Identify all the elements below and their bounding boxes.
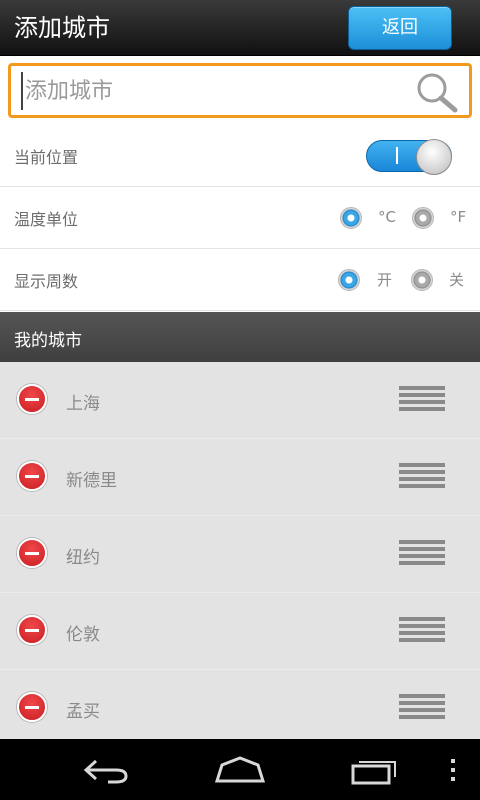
title-bar: 添加城市 返回 bbox=[0, 0, 480, 56]
list-item[interactable]: 孟买 bbox=[0, 670, 480, 747]
delete-icon[interactable] bbox=[17, 692, 47, 722]
system-nav-bar bbox=[0, 739, 480, 800]
back-nav-icon[interactable] bbox=[82, 755, 132, 785]
list-item[interactable]: 上海 bbox=[0, 362, 480, 439]
search-input[interactable] bbox=[21, 72, 401, 110]
drag-handle-icon[interactable] bbox=[398, 693, 446, 721]
page-title: 添加城市 bbox=[14, 14, 110, 42]
list-item[interactable]: 纽约 bbox=[0, 516, 480, 593]
toggle-knob[interactable] bbox=[416, 139, 452, 175]
drag-handle-icon[interactable] bbox=[398, 462, 446, 490]
location-row: 当前位置 bbox=[0, 125, 480, 187]
week-off-label: 关 bbox=[449, 271, 465, 289]
list-item[interactable]: 伦敦 bbox=[0, 593, 480, 670]
fahrenheit-label: °F bbox=[450, 208, 467, 226]
recent-apps-icon[interactable] bbox=[350, 755, 400, 785]
celsius-label: °C bbox=[378, 208, 396, 226]
menu-dots-icon[interactable] bbox=[446, 755, 460, 785]
city-name: 新德里 bbox=[66, 471, 117, 491]
delete-icon[interactable] bbox=[17, 615, 47, 645]
temp-unit-row: 温度单位 °C °F bbox=[0, 187, 480, 249]
search-box bbox=[8, 63, 472, 118]
delete-icon[interactable] bbox=[17, 384, 47, 414]
city-list: 上海 新德里 纽约 伦敦 孟买 bbox=[0, 362, 480, 739]
drag-handle-icon[interactable] bbox=[398, 385, 446, 413]
week-off-radio[interactable] bbox=[411, 269, 433, 291]
back-button[interactable]: 返回 bbox=[348, 6, 452, 50]
my-cities-header: 我的城市 bbox=[0, 312, 480, 362]
city-name: 孟买 bbox=[66, 702, 100, 722]
fahrenheit-radio[interactable] bbox=[412, 207, 434, 229]
city-name: 伦敦 bbox=[66, 625, 100, 645]
list-item[interactable]: 新德里 bbox=[0, 439, 480, 516]
toggle-on-mark bbox=[396, 147, 398, 164]
week-display-row: 显示周数 开 关 bbox=[0, 249, 480, 311]
week-on-label: 开 bbox=[377, 271, 393, 289]
week-on-radio[interactable] bbox=[338, 269, 360, 291]
drag-handle-icon[interactable] bbox=[398, 616, 446, 644]
home-nav-icon[interactable] bbox=[214, 755, 266, 785]
location-toggle[interactable] bbox=[366, 139, 452, 175]
location-label: 当前位置 bbox=[14, 148, 79, 167]
temp-unit-label: 温度单位 bbox=[14, 210, 79, 229]
drag-handle-icon[interactable] bbox=[398, 539, 446, 567]
city-name: 纽约 bbox=[66, 548, 100, 568]
city-name: 上海 bbox=[66, 394, 100, 414]
delete-icon[interactable] bbox=[17, 461, 47, 491]
section-title: 我的城市 bbox=[14, 331, 82, 351]
search-icon[interactable] bbox=[413, 70, 459, 114]
delete-icon[interactable] bbox=[17, 538, 47, 568]
celsius-radio[interactable] bbox=[340, 207, 362, 229]
week-display-label: 显示周数 bbox=[14, 272, 79, 291]
